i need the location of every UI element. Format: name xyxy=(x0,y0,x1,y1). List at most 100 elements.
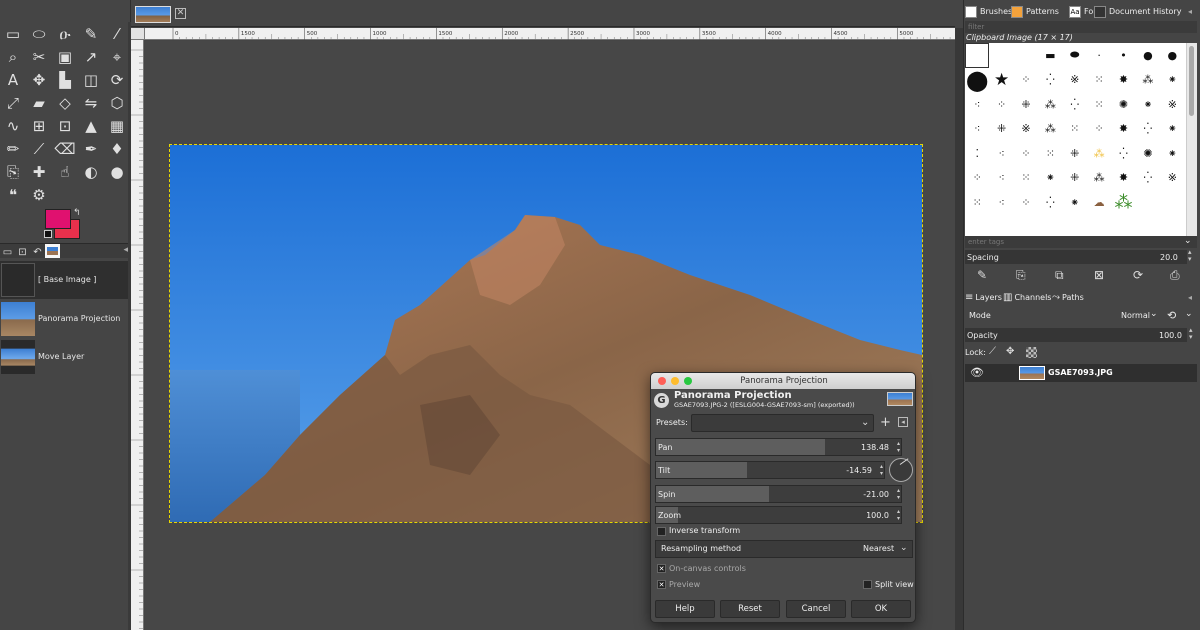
brush-preview[interactable]: ⁘ xyxy=(989,92,1013,117)
warp-icon[interactable]: ∿ xyxy=(0,114,26,137)
brush-preview[interactable]: ※ xyxy=(1160,92,1184,117)
brush-preview[interactable]: ✺ xyxy=(1136,141,1160,166)
brush-preview[interactable]: ⁙ xyxy=(965,190,989,215)
brush-preview[interactable]: ⁜ xyxy=(1063,166,1087,191)
brush-preview[interactable]: ⁂ xyxy=(1038,92,1062,117)
brush-preview[interactable]: ✸ xyxy=(1111,166,1135,191)
measure-icon[interactable]: ⌖ xyxy=(104,45,130,68)
brush-preview[interactable]: ⁘ xyxy=(1087,117,1111,142)
presets-menu-icon[interactable]: ◂ xyxy=(898,417,908,427)
brush-preview[interactable]: ⁛ xyxy=(1038,190,1062,215)
brush-preview[interactable]: ⁕ xyxy=(1063,190,1087,215)
horizontal-ruler[interactable]: 0 1500 500 1000 1500 2000 2500 3000 3500 4000 4500… xyxy=(145,28,955,40)
brush-preview[interactable]: ⁖ xyxy=(989,166,1013,191)
brush-preview[interactable]: • xyxy=(1111,43,1135,68)
paintbrush-icon[interactable]: ⟋ xyxy=(26,137,52,160)
brush-preview[interactable]: ⬬ xyxy=(1063,43,1087,68)
tags-input[interactable]: enter tags xyxy=(965,236,1197,248)
brush-preview[interactable]: ⁘ xyxy=(1014,141,1038,166)
spin-arrows-icon[interactable]: ▴ ▾ xyxy=(897,487,900,501)
blur-icon[interactable]: ● xyxy=(104,160,130,183)
lasso-icon[interactable]: ዑ xyxy=(52,22,78,45)
brush-preview[interactable]: ⁘ xyxy=(1014,190,1038,215)
clone-icon[interactable]: ⎘ xyxy=(0,160,26,183)
ink-icon[interactable]: ♦ xyxy=(104,137,130,160)
device-status-tab-icon[interactable]: ⊡ xyxy=(15,247,30,261)
script-icon[interactable]: ⚙ xyxy=(26,183,52,206)
tab-document-history[interactable]: Document History xyxy=(1094,4,1181,20)
mode-select[interactable]: Normal xyxy=(1121,311,1150,320)
undo-history-tab-icon[interactable]: ↶ xyxy=(30,247,45,261)
fuzzy-select-icon[interactable]: ✎ xyxy=(78,22,104,45)
duplicate-brush-icon[interactable]: ⧉ xyxy=(1055,268,1064,283)
rect-select-icon[interactable]: ▭ xyxy=(0,22,26,45)
brush-preview[interactable]: ⁕ xyxy=(1038,166,1062,191)
lock-pixels-icon[interactable]: ⟋ xyxy=(989,346,996,357)
edit-brush-icon[interactable]: ✎ xyxy=(977,268,987,282)
tab-channels[interactable]: ▥ Channels xyxy=(1003,290,1051,306)
ok-button[interactable]: OK xyxy=(851,600,911,618)
brush-preview[interactable]: ⁘ xyxy=(965,166,989,191)
paths-icon[interactable]: ↗ xyxy=(78,45,104,68)
brush-preview[interactable]: ⁕ xyxy=(1160,141,1184,166)
brush-preview[interactable]: ● xyxy=(1160,43,1184,68)
brush-preview[interactable]: ⁖ xyxy=(989,141,1013,166)
tool-options-tab-icon[interactable]: ▭ xyxy=(0,247,15,261)
brush-preview[interactable]: ⁕ xyxy=(1160,117,1184,142)
brush-preview[interactable]: ⁜ xyxy=(1014,92,1038,117)
flip-icon[interactable]: ⇋ xyxy=(78,91,104,114)
on-canvas-controls-checkbox[interactable]: ✕ xyxy=(657,564,666,573)
tab-brushes[interactable]: Brushes xyxy=(965,4,1012,20)
spin-arrows-icon[interactable]: ▴ ▾ xyxy=(880,463,883,477)
brush-preview[interactable]: ✺ xyxy=(1111,92,1135,117)
eraser-icon[interactable]: ⌫ xyxy=(52,137,78,160)
brush-preview[interactable]: · xyxy=(1087,43,1111,68)
brush-preview[interactable]: ⁘ xyxy=(1014,68,1038,93)
presets-combo[interactable] xyxy=(691,414,874,432)
spin-arrows-icon[interactable]: ▴ ▾ xyxy=(897,508,900,522)
spin-arrows-icon[interactable]: ▴ ▾ xyxy=(897,440,900,454)
brush-preview[interactable]: ⁜ xyxy=(989,117,1013,142)
dock-menu-icon[interactable]: ◂ xyxy=(1188,4,1192,20)
brush-preview[interactable]: ⁙ xyxy=(1087,68,1111,93)
ruler-corner[interactable] xyxy=(131,28,145,40)
foreground-color-swatch[interactable] xyxy=(45,209,71,229)
brush-preview[interactable]: ⁙ xyxy=(1063,117,1087,142)
heal-icon[interactable]: ✚ xyxy=(26,160,52,183)
airbrush-icon[interactable]: ✒ xyxy=(78,137,104,160)
eye-icon[interactable]: 👁 xyxy=(970,366,984,379)
dock-menu-icon[interactable]: ◂ xyxy=(1188,290,1192,306)
brush-preview[interactable]: ⁂ xyxy=(1038,117,1062,142)
brush-preview[interactable]: ⁂ xyxy=(1111,190,1135,215)
dodge-icon[interactable]: ◐ xyxy=(78,160,104,183)
brush-preview[interactable]: ⁖ xyxy=(989,190,1013,215)
reset-button[interactable]: Reset xyxy=(720,600,780,618)
brush-preview[interactable]: ⁙ xyxy=(1014,166,1038,191)
inverse-transform-checkbox[interactable] xyxy=(657,527,666,536)
new-brush-icon[interactable]: ⎘ xyxy=(1016,268,1026,283)
perspective-icon[interactable]: ◇ xyxy=(52,91,78,114)
tab-patterns[interactable]: Patterns xyxy=(1011,4,1059,20)
pencil-icon[interactable]: ✏ xyxy=(0,137,26,160)
brush-preview[interactable]: ✸ xyxy=(1111,117,1135,142)
dialog-titlebar[interactable]: Panorama Projection xyxy=(651,373,915,389)
foreground-select-icon[interactable]: ▣ xyxy=(52,45,78,68)
paint-bucket-icon[interactable]: ▲ xyxy=(78,114,104,137)
brush-preview[interactable]: ⁛ xyxy=(1063,92,1087,117)
brush-preview[interactable]: ⁚ xyxy=(965,141,989,166)
zoom-icon[interactable]: ⌕ xyxy=(0,45,26,68)
brush-preview[interactable]: ★ xyxy=(989,68,1013,93)
reset-colors-icon[interactable] xyxy=(44,230,52,238)
brush-preview[interactable] xyxy=(965,43,990,68)
open-brush-icon[interactable]: ⎙ xyxy=(1170,268,1180,283)
split-view-checkbox[interactable] xyxy=(863,580,872,589)
vertical-ruler[interactable] xyxy=(131,40,144,630)
unified-transform-icon[interactable]: ⊞ xyxy=(26,114,52,137)
brush-preview[interactable]: ⁙ xyxy=(1087,92,1111,117)
spin-slider[interactable]: Spin -21.00 ▴ ▾ xyxy=(655,485,902,503)
tilt-slider[interactable]: Tilt -14.59 ▴ ▾ xyxy=(655,461,885,479)
mypaint-icon[interactable]: ❝ xyxy=(0,183,26,206)
smudge-icon[interactable]: ☝ xyxy=(52,160,78,183)
brush-preview[interactable]: ● xyxy=(1136,43,1160,68)
move-icon[interactable]: ✥ xyxy=(26,68,52,91)
